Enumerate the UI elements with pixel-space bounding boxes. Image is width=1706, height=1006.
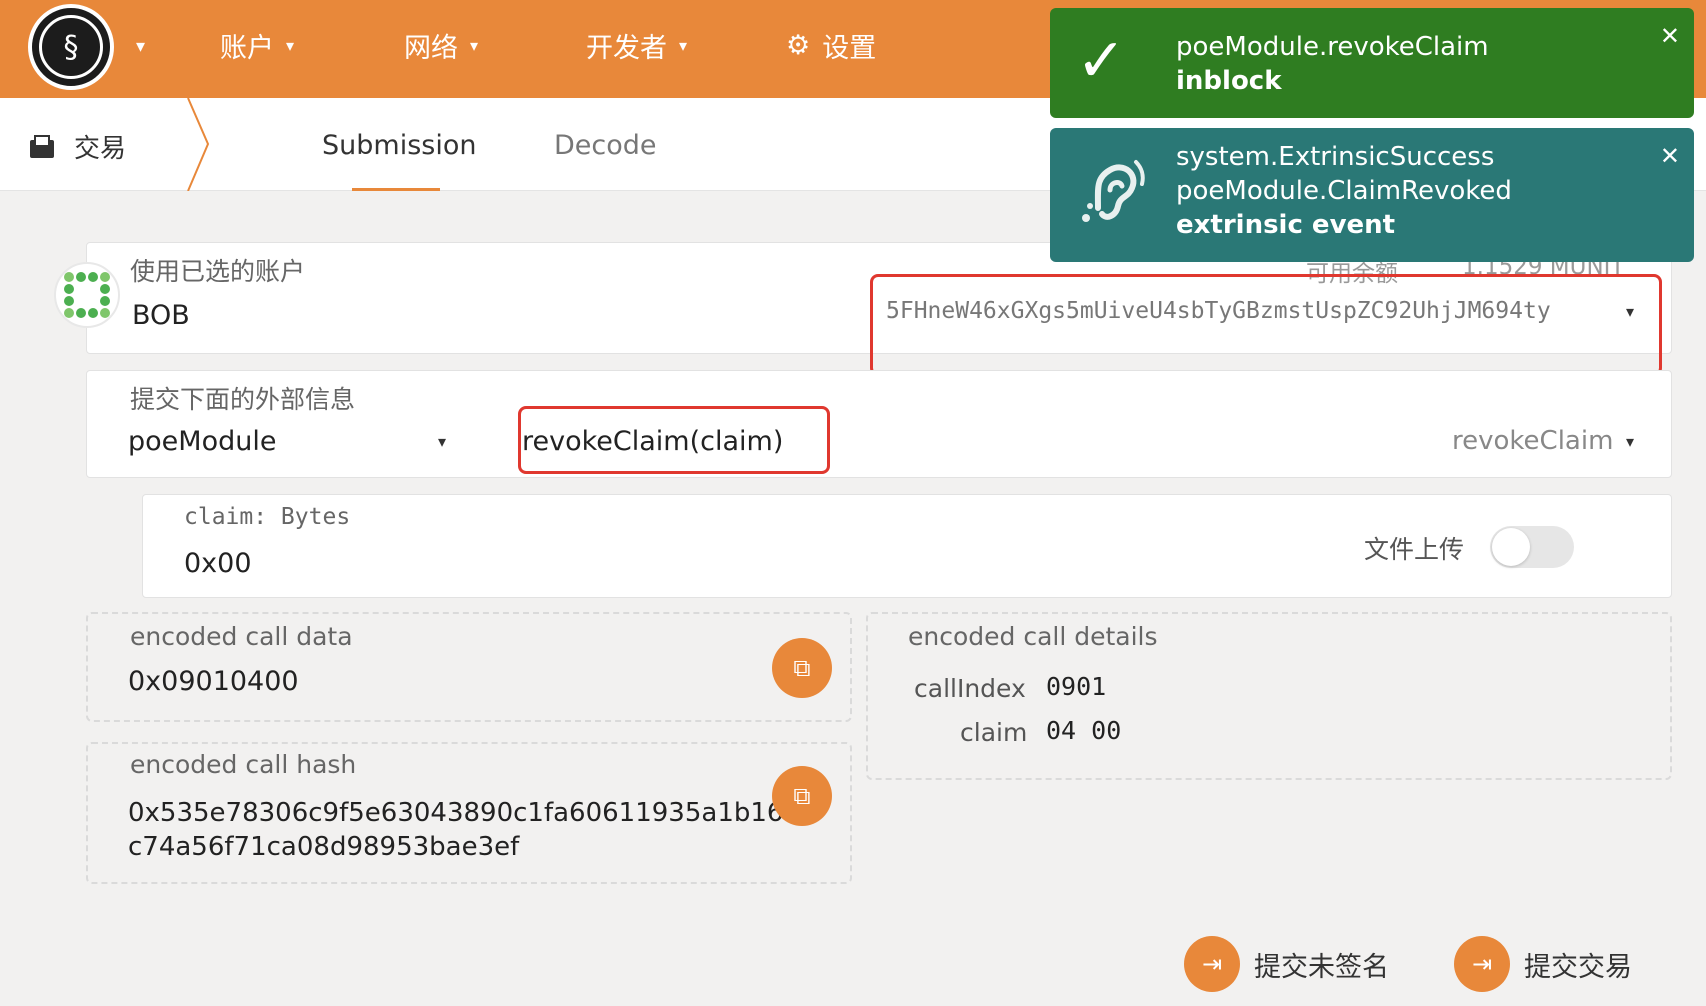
call-index-key: callIndex	[914, 674, 1026, 703]
notification-title: poeModule.revokeClaim	[1176, 32, 1489, 62]
chevron-down-icon[interactable]: ▾	[438, 432, 446, 451]
encoded-call-details-label: encoded call details	[908, 622, 1158, 651]
claim-key: claim	[960, 718, 1028, 747]
encoded-call-hash-label: encoded call hash	[130, 750, 357, 779]
copy-call-hash-button[interactable]: ⧉	[772, 766, 832, 826]
submit-transaction-button[interactable]: ⇥ 提交交易	[1454, 936, 1632, 992]
gear-icon: ⚙	[786, 30, 811, 61]
app-logo[interactable]: §	[28, 4, 114, 90]
checkmark-icon: ✓	[1076, 26, 1127, 96]
chain-selector-caret-icon[interactable]: ▾	[136, 36, 145, 57]
copy-call-data-button[interactable]: ⧉	[772, 638, 832, 698]
notification-event-1: system.ExtrinsicSuccess	[1176, 142, 1495, 172]
call-highlight-box	[518, 406, 830, 474]
page-title-label: 交易	[74, 134, 127, 164]
claim-value: 04 00	[1046, 716, 1122, 745]
method-select[interactable]: revokeClaim	[1452, 426, 1613, 456]
encoded-call-hash-line1: 0x535e78306c9f5e63043890c1fa60611935a1b1…	[128, 798, 784, 828]
encoded-call-data-value: 0x09010400	[128, 666, 299, 697]
notification-status: inblock	[1176, 66, 1282, 96]
encoded-call-hash-line2: c74a56f71ca08d98953bae3ef	[128, 832, 520, 862]
file-upload-label: 文件上传	[1364, 535, 1465, 564]
toggle-knob	[1492, 528, 1530, 566]
breadcrumb-separator	[187, 98, 210, 191]
module-select[interactable]: poeModule	[128, 426, 276, 457]
page-title: 交易	[28, 128, 126, 165]
copy-icon: ⧉	[793, 782, 811, 810]
file-upload-toggle[interactable]	[1490, 526, 1574, 568]
notification-inblock: ✓ poeModule.revokeClaim inblock ✕	[1050, 8, 1694, 118]
call-index-value: 0901	[1046, 672, 1107, 701]
envelope-icon	[30, 134, 54, 158]
nav-developer-label: 开发者	[586, 33, 667, 64]
chevron-down-icon[interactable]: ▾	[1626, 432, 1634, 451]
account-avatar	[54, 262, 120, 328]
active-tab-indicator	[352, 188, 440, 191]
account-label: 使用已选的账户	[130, 257, 306, 286]
tab-submission[interactable]: Submission	[322, 130, 476, 161]
sign-in-icon: ⇥	[1454, 936, 1510, 992]
param-value: 0x00	[184, 548, 252, 579]
nav-settings-label: 设置	[822, 33, 877, 64]
ear-icon	[1082, 160, 1145, 222]
nav-accounts-label: 账户	[220, 33, 274, 64]
tab-decode[interactable]: Decode	[554, 130, 657, 161]
nav-network-label: 网络	[404, 33, 458, 64]
close-icon[interactable]: ✕	[1660, 142, 1680, 170]
submit-unsigned-button[interactable]: ⇥ 提交未签名	[1184, 936, 1389, 992]
chevron-down-icon: ▾	[470, 36, 479, 55]
logo-mark-icon: §	[39, 15, 103, 79]
notification-extrinsic-event: system.ExtrinsicSuccess poeModule.ClaimR…	[1050, 128, 1694, 262]
submit-transaction-label: 提交交易	[1524, 951, 1632, 983]
nav-settings[interactable]: ⚙ 设置	[786, 26, 876, 65]
submit-unsigned-label: 提交未签名	[1254, 951, 1389, 983]
account-name: BOB	[132, 300, 190, 331]
address-highlight-box	[870, 274, 1662, 376]
close-icon[interactable]: ✕	[1660, 22, 1680, 50]
notification-event-type: extrinsic event	[1176, 210, 1396, 240]
nav-network[interactable]: 网络 ▾	[404, 26, 478, 65]
chevron-down-icon: ▾	[286, 36, 295, 55]
encoded-call-data-label: encoded call data	[130, 622, 353, 651]
notification-event-2: poeModule.ClaimRevoked	[1176, 176, 1512, 206]
param-label: claim: Bytes	[184, 504, 351, 530]
nav-accounts[interactable]: 账户 ▾	[220, 26, 294, 65]
chevron-down-icon: ▾	[679, 36, 688, 55]
nav-developer[interactable]: 开发者 ▾	[586, 26, 687, 65]
extrinsic-label: 提交下面的外部信息	[130, 385, 356, 414]
sign-in-icon: ⇥	[1184, 936, 1240, 992]
copy-icon: ⧉	[793, 654, 811, 682]
